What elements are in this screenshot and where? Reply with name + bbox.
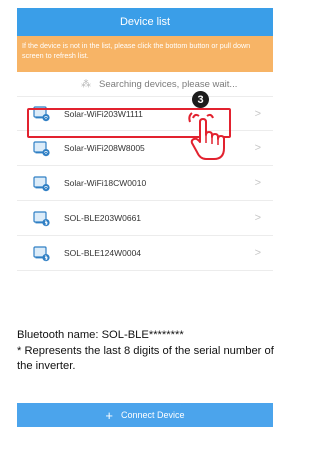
connect-device-label: Connect Device bbox=[121, 410, 185, 420]
chevron-right-icon: > bbox=[254, 177, 261, 189]
device-name: SOL-BLE203W0661 bbox=[64, 213, 142, 223]
device-name: Solar-WiFi18CW0010 bbox=[64, 178, 147, 188]
note-line-1: Bluetooth name: SOL-BLE******** bbox=[17, 329, 184, 341]
chevron-right-icon: > bbox=[254, 142, 261, 154]
step-number: 3 bbox=[197, 93, 204, 106]
wifi-device-icon bbox=[33, 175, 50, 192]
search-status-row: ⁂ Searching devices, please wait... bbox=[17, 72, 273, 96]
search-status-text: Searching devices, please wait... bbox=[99, 78, 238, 90]
page-title: Device list bbox=[119, 16, 171, 28]
bluetooth-device-icon bbox=[33, 210, 50, 227]
chevron-right-icon: > bbox=[254, 107, 261, 120]
refresh-hint-banner: If the device is not in the list, please… bbox=[17, 36, 273, 72]
device-item[interactable]: SOL-BLE203W0661 > bbox=[17, 201, 273, 236]
bluetooth-device-icon bbox=[33, 245, 50, 262]
device-item[interactable]: Solar-WiFi18CW0010 > bbox=[17, 166, 273, 201]
tap-hand-icon bbox=[188, 112, 225, 160]
note-line-2: * Represents the last 8 digits of the se… bbox=[17, 344, 274, 373]
chevron-right-icon: > bbox=[254, 247, 261, 259]
connect-device-button[interactable]: + Connect Device bbox=[17, 403, 273, 427]
step-number-badge: 3 bbox=[192, 91, 209, 108]
loading-spinner-icon: ⁂ bbox=[81, 78, 91, 90]
device-item[interactable]: SOL-BLE124W0004 > bbox=[17, 236, 273, 271]
refresh-hint-text: If the device is not in the list, please… bbox=[22, 41, 251, 60]
wifi-device-icon bbox=[33, 140, 50, 157]
bluetooth-name-note: Bluetooth name: SOL-BLE******** * Repres… bbox=[17, 328, 279, 375]
device-name: Solar-WiFi208W8005 bbox=[64, 143, 145, 153]
plus-icon: + bbox=[105, 407, 114, 423]
header-bar: Device list bbox=[17, 8, 273, 36]
chevron-right-icon: > bbox=[254, 212, 261, 224]
device-name: SOL-BLE124W0004 bbox=[64, 248, 142, 258]
